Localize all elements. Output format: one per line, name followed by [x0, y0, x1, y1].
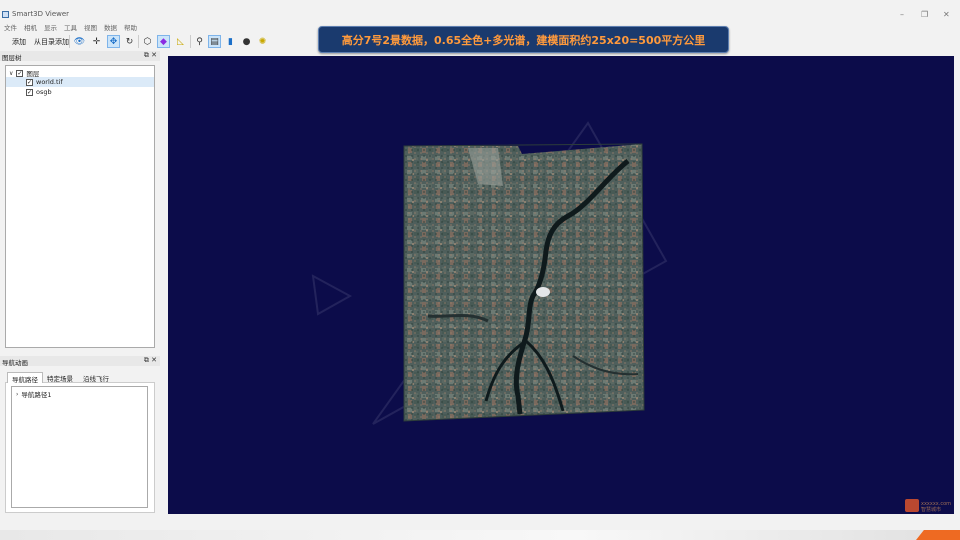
watermark-text: xxxxxx.com 智慧城市	[921, 501, 951, 513]
logo-icon	[905, 499, 919, 512]
app-icon	[2, 11, 9, 18]
menu-file[interactable]: 文件	[4, 22, 17, 32]
cube-outline-icon[interactable]: ⬡	[141, 35, 154, 48]
tree-item-osgb[interactable]: ✓ osgb	[6, 87, 154, 97]
app-window: Smart3D Viewer – ❐ ✕ 文件 相机 显示 工具 视图 数据 帮…	[0, 0, 960, 540]
panel-float-close-icon[interactable]: ⧉ ✕	[144, 51, 157, 60]
nav-path-list: › 导航路径1	[11, 386, 148, 508]
nav-panel-title: 导航动画	[2, 359, 28, 367]
measure-icon[interactable]: ◺	[174, 35, 187, 48]
panel-float-close-icon[interactable]: ⧉ ✕	[144, 356, 157, 365]
annotation-banner: 高分7号2景数据，0.65全色+多光谱，建模面积约25x20=500平方公里	[318, 26, 729, 53]
banner-text: 高分7号2景数据，0.65全色+多光谱，建模面积约25x20=500平方公里	[341, 33, 706, 47]
light-icon[interactable]: ✺	[256, 35, 269, 48]
tree-item-label: osgb	[36, 88, 52, 96]
add-button[interactable]: 添加	[12, 37, 26, 47]
document-icon[interactable]: ▮	[224, 35, 237, 48]
rotate-icon[interactable]: ↻	[123, 35, 136, 48]
nav-panel-header: 导航动画 ⧉ ✕	[0, 356, 160, 367]
nav-path-label: 导航路径1	[21, 391, 52, 399]
checkbox[interactable]: ✓	[26, 88, 33, 96]
toolbar-separator	[190, 35, 191, 48]
tree-item-label: world.tif	[36, 78, 63, 86]
menu-camera[interactable]: 相机	[24, 22, 37, 32]
tab-nav-path[interactable]: 导航路径	[7, 372, 43, 384]
tree-item-world-tif[interactable]: ✓ world.tif	[6, 77, 154, 87]
person-icon[interactable]: ●	[240, 35, 253, 48]
zoom-icon[interactable]: ⚲	[193, 35, 206, 48]
pan-icon[interactable]: ✛	[90, 35, 103, 48]
menu-display[interactable]: 显示	[44, 22, 57, 32]
scene-canvas[interactable]	[168, 56, 954, 514]
toolbar-separator	[69, 35, 70, 48]
menu-bar: 文件 相机 显示 工具 视图 数据 帮助	[0, 22, 300, 32]
move-icon[interactable]: ✥	[107, 35, 120, 48]
toolbar-separator	[138, 35, 139, 48]
toolbar: 添加 从目录添加 👁 ✛ ✥ ↻ ⬡ ◆ ◺ ⚲ ▤ ▮ ● ✺	[0, 33, 320, 50]
nav-tabs: 导航路径 特定场景 沿线飞行	[5, 372, 155, 384]
watermark-line-2: 智慧城市	[921, 507, 942, 513]
layer-tree: ∨ ✓ 图层 ✓ world.tif ✓ osgb	[5, 65, 155, 348]
close-button[interactable]: ✕	[943, 10, 950, 19]
list-item[interactable]: › 导航路径1	[16, 389, 52, 400]
chevron-down-icon[interactable]: ∨	[9, 70, 13, 77]
menu-help[interactable]: 帮助	[124, 22, 137, 32]
chevron-right-icon[interactable]: ›	[16, 391, 18, 398]
cube-solid-icon[interactable]: ◆	[157, 35, 170, 48]
title-bar: Smart3D Viewer – ❐ ✕	[0, 8, 960, 22]
app-title: Smart3D Viewer	[12, 10, 70, 18]
checkbox[interactable]: ✓	[26, 78, 33, 86]
tab-line-flight[interactable]: 沿线飞行	[79, 372, 113, 383]
layer-panel-header: 图层树 ⧉ ✕	[0, 51, 160, 62]
menu-tools[interactable]: 工具	[64, 22, 77, 32]
layer-panel-title: 图层树	[2, 54, 22, 62]
checkbox[interactable]: ✓	[16, 69, 24, 77]
add-from-dir-button[interactable]: 从目录添加	[34, 37, 69, 47]
satellite-image	[403, 143, 645, 422]
eye-icon[interactable]: 👁	[73, 35, 86, 48]
menu-data[interactable]: 数据	[104, 22, 117, 32]
chart-icon[interactable]: ▤	[208, 35, 221, 48]
footer-strip	[0, 530, 960, 540]
viewport-3d[interactable]	[168, 56, 954, 514]
tab-specific-scene[interactable]: 特定场景	[43, 372, 77, 383]
maximize-button[interactable]: ❐	[921, 10, 928, 19]
menu-view[interactable]: 视图	[84, 22, 97, 32]
minimize-button[interactable]: –	[900, 10, 904, 19]
